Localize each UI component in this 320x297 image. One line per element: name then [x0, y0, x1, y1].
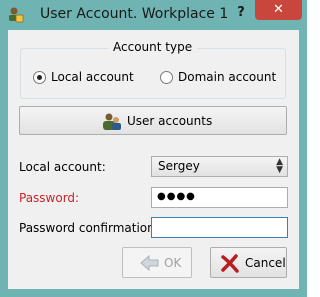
- ok-label: OK: [164, 256, 182, 270]
- cancel-label: Cancel: [245, 256, 286, 270]
- user-accounts-label: User accounts: [127, 114, 213, 128]
- window-title: User Account. Workplace 1: [40, 6, 229, 22]
- help-button[interactable]: ?: [232, 4, 250, 22]
- back-arrow-icon: [139, 253, 161, 273]
- dialog-body: Account type Local account Domain accoun…: [8, 30, 299, 289]
- title-bar[interactable]: User Account. Workplace 1 ? ✕: [0, 0, 307, 30]
- password-label: Password:: [19, 191, 80, 205]
- cancel-x-icon: [219, 252, 241, 274]
- users-icon: [102, 112, 122, 132]
- local-account-select[interactable]: Sergey ▲ ▼: [151, 156, 288, 177]
- account-type-title: Account type: [108, 40, 198, 54]
- local-account-label: Local account:: [19, 160, 106, 174]
- dialog-window: User Account. Workplace 1 ? ✕ Account ty…: [0, 0, 307, 297]
- domain-account-radio-label[interactable]: Domain account: [178, 70, 276, 84]
- ok-button[interactable]: OK: [122, 247, 192, 278]
- app-icon: [7, 6, 25, 24]
- password-field[interactable]: ●●●●: [151, 187, 288, 208]
- password-value: ●●●●: [157, 191, 196, 202]
- cancel-button[interactable]: Cancel: [210, 247, 287, 278]
- local-account-value: Sergey: [158, 159, 200, 173]
- close-button[interactable]: ✕: [255, 0, 302, 20]
- local-account-radio-label[interactable]: Local account: [51, 70, 134, 84]
- spin-arrows-icon: ▲ ▼: [276, 157, 283, 175]
- password-confirmation-label: Password confirmation:: [19, 221, 159, 235]
- local-account-radio[interactable]: [33, 71, 46, 84]
- domain-account-radio[interactable]: [160, 71, 173, 84]
- user-accounts-button[interactable]: User accounts: [19, 106, 287, 135]
- password-confirmation-field[interactable]: [151, 217, 288, 238]
